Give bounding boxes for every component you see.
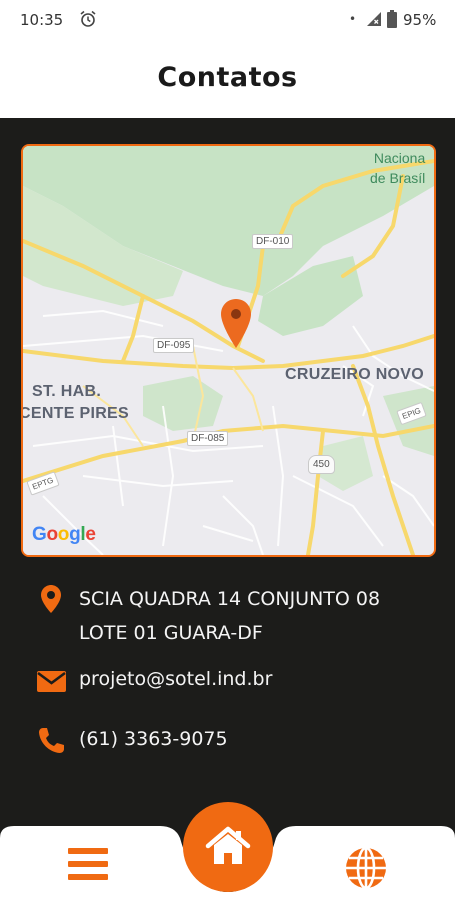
map-label-park-line2: de Brasíl <box>370 170 426 186</box>
globe-icon[interactable] <box>343 845 389 891</box>
phone-text[interactable]: (61) 3363-9075 <box>79 722 228 756</box>
map-label-cruzeiro-novo: CRUZEIRO NOVO <box>285 366 425 383</box>
menu-button[interactable] <box>68 848 112 888</box>
alarm-clock-icon <box>80 10 96 27</box>
hamburger-menu-icon <box>68 848 108 854</box>
map-label-park: Naciona de Brasíl <box>370 148 425 188</box>
hamburger-menu-icon <box>68 874 108 880</box>
map-background <box>23 146 434 555</box>
app-header: Contatos <box>0 40 455 118</box>
phone-icon <box>39 728 64 753</box>
map-view[interactable]: Naciona de Brasíl ST. HAB. CENTE PIRES C… <box>21 144 436 557</box>
notification-dot: • <box>349 12 357 26</box>
map-label-vicente-pires: CENTE PIRES <box>21 405 129 422</box>
status-time: 10:35 <box>20 11 64 29</box>
cell-signal-icon <box>367 12 381 26</box>
map-pin-icon[interactable] <box>219 298 253 350</box>
battery-level: 95% <box>403 11 437 29</box>
status-bar: 10:35 • 95% <box>0 0 455 40</box>
home-icon <box>205 826 251 864</box>
google-logo-letter: g <box>69 524 81 545</box>
google-logo: Google <box>32 524 96 546</box>
road-shield-df085: DF-085 <box>187 431 229 446</box>
google-logo-letter: e <box>85 524 96 545</box>
google-logo-letter: o <box>46 524 58 545</box>
google-logo-letter: G <box>32 524 47 545</box>
envelope-icon <box>37 671 66 692</box>
hamburger-menu-icon <box>68 861 108 867</box>
battery-icon <box>387 10 397 28</box>
email-text[interactable]: projeto@sotel.ind.br <box>79 662 272 696</box>
location-pin-icon <box>41 585 61 613</box>
page-title: Contatos <box>157 62 298 93</box>
contacts-panel: Naciona de Brasíl ST. HAB. CENTE PIRES C… <box>0 118 455 828</box>
home-button[interactable] <box>183 802 273 892</box>
road-shield-df010: DF-010 <box>252 234 294 249</box>
address-line-1: SCIA QUADRA 14 CONJUNTO 08 <box>79 588 381 610</box>
address-line-2: LOTE 01 GUARA-DF <box>79 622 263 644</box>
road-shield-df095: DF-095 <box>153 338 195 353</box>
google-logo-letter: o <box>57 524 70 545</box>
road-shield-450: 450 <box>308 455 335 474</box>
map-label-st-hab: ST. HAB. <box>32 383 102 400</box>
map-label-park-line1: Naciona <box>373 150 426 166</box>
